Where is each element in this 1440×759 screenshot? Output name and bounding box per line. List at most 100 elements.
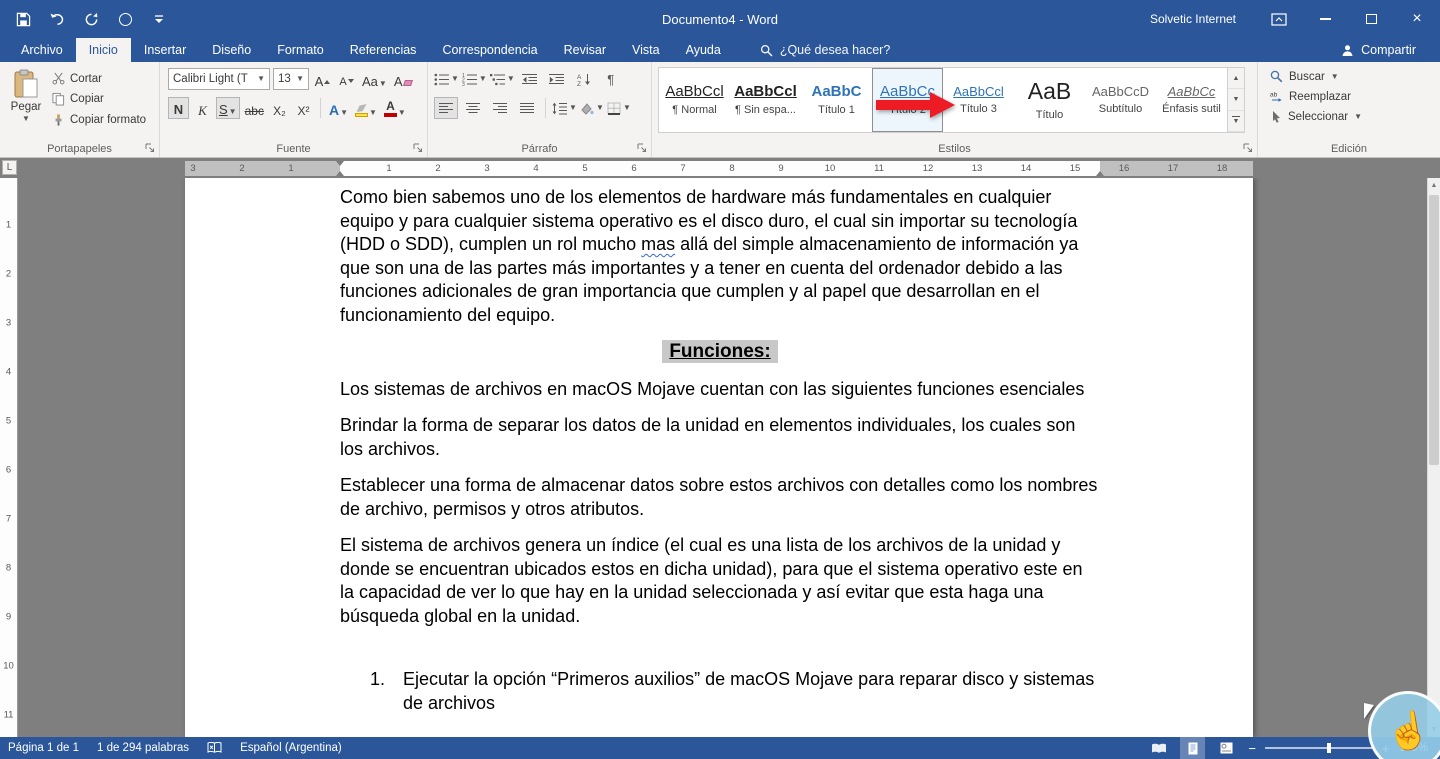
styles-more-button[interactable]: ▼ bbox=[1228, 110, 1244, 132]
select-button[interactable]: Seleccionar ▼ bbox=[1270, 110, 1436, 123]
italic-button[interactable]: K bbox=[192, 97, 213, 119]
shading-button[interactable]: ▼ bbox=[580, 97, 604, 119]
replace-button[interactable]: ab Reemplazar bbox=[1270, 90, 1436, 103]
bullets-button[interactable]: ▼ bbox=[434, 68, 459, 90]
cut-label: Cortar bbox=[70, 72, 102, 85]
maximize-button[interactable] bbox=[1348, 0, 1394, 38]
ruler-number: 6 bbox=[631, 163, 637, 174]
tab-formato[interactable]: Formato bbox=[264, 38, 337, 62]
highlight-button[interactable]: ▼ bbox=[353, 97, 379, 119]
chevron-down-icon: ▼ bbox=[340, 108, 348, 117]
tab-diseño[interactable]: Diseño bbox=[199, 38, 264, 62]
tab-vista[interactable]: Vista bbox=[619, 38, 673, 62]
ruler-number: 13 bbox=[971, 163, 983, 174]
zoom-slider-thumb[interactable] bbox=[1326, 743, 1331, 753]
ruler-number: 3 bbox=[190, 163, 196, 174]
grow-font-button[interactable]: A bbox=[312, 68, 333, 90]
styles-dialog-launcher[interactable] bbox=[1242, 142, 1254, 154]
style-item-título-1[interactable]: AaBbC Título 1 bbox=[801, 68, 872, 132]
styles-scroll-down-button[interactable]: ▼ bbox=[1228, 89, 1244, 111]
underline-button[interactable]: S ▼ bbox=[216, 97, 240, 119]
ribbon-display-options-button[interactable] bbox=[1256, 0, 1302, 38]
sort-button[interactable]: AZ bbox=[572, 68, 596, 90]
decrease-indent-button[interactable] bbox=[518, 68, 542, 90]
redo-icon[interactable] bbox=[82, 10, 100, 28]
superscript-button[interactable]: X² bbox=[293, 97, 314, 119]
style-preview: AaBbCcl bbox=[665, 82, 724, 100]
left-indent-marker[interactable] bbox=[336, 167, 344, 176]
zoom-out-button[interactable]: − bbox=[1248, 742, 1256, 755]
word-count[interactable]: 1 de 294 palabras bbox=[97, 742, 189, 754]
page-count[interactable]: Página 1 de 1 bbox=[8, 742, 79, 754]
ruler-number: 4 bbox=[5, 366, 12, 378]
font-color-button[interactable]: A ▼ bbox=[382, 97, 408, 119]
zoom-slider[interactable] bbox=[1264, 743, 1373, 753]
scroll-up-arrow[interactable]: ▲ bbox=[1428, 178, 1440, 193]
hand-icon: ☝ bbox=[1382, 707, 1433, 754]
highlighter-icon bbox=[355, 104, 368, 117]
account-name[interactable]: Solvetic Internet bbox=[1150, 12, 1236, 26]
style-item-énfasis-sutil[interactable]: AaBbCc Énfasis sutil bbox=[1156, 68, 1227, 132]
chevron-down-icon: ▼ bbox=[595, 103, 604, 112]
document-page[interactable]: Como bien sabemos uno de los elementos d… bbox=[185, 178, 1253, 737]
undo-icon[interactable] bbox=[48, 10, 66, 28]
cut-button[interactable]: Cortar bbox=[52, 72, 146, 85]
close-button[interactable]: × bbox=[1394, 0, 1440, 38]
tab-ayuda[interactable]: Ayuda bbox=[673, 38, 734, 62]
clear-formatting-button[interactable]: A bbox=[392, 68, 414, 90]
show-marks-button[interactable]: ¶ bbox=[599, 68, 623, 90]
font-color-bar-icon bbox=[383, 113, 397, 117]
touch-mode-icon[interactable] bbox=[116, 10, 134, 28]
style-item-título[interactable]: AaB Título bbox=[1014, 68, 1085, 132]
paragraph-dialog-launcher[interactable] bbox=[636, 142, 648, 154]
tab-inicio[interactable]: Inicio bbox=[75, 38, 131, 62]
minimize-button[interactable] bbox=[1302, 0, 1348, 38]
justify-button[interactable] bbox=[515, 97, 539, 119]
find-button[interactable]: Buscar ▼ bbox=[1270, 70, 1436, 83]
tab-insertar[interactable]: Insertar bbox=[131, 38, 199, 62]
tab-referencias[interactable]: Referencias bbox=[337, 38, 430, 62]
tab-archivo[interactable]: Archivo bbox=[8, 38, 76, 62]
increase-indent-button[interactable] bbox=[545, 68, 569, 90]
style-item-sin-espa[interactable]: AaBbCcl ¶ Sin espa... bbox=[730, 68, 801, 132]
multilevel-list-button[interactable]: ▼ bbox=[489, 68, 515, 90]
align-right-button[interactable] bbox=[488, 97, 512, 119]
borders-button[interactable]: ▼ bbox=[607, 97, 631, 119]
line-spacing-button[interactable]: ▼ bbox=[552, 97, 577, 119]
styles-scroll-up-button[interactable]: ▲ bbox=[1228, 68, 1244, 90]
align-left-button[interactable] bbox=[434, 97, 458, 119]
share-button[interactable]: Compartir bbox=[1341, 38, 1440, 62]
font-dialog-launcher[interactable] bbox=[412, 142, 424, 154]
font-size-combo[interactable]: 13 ▼ bbox=[273, 68, 309, 90]
font-name-combo[interactable]: Calibri Light (T ▼ bbox=[168, 68, 270, 90]
style-item-subtítulo[interactable]: AaBbCcD Subtítulo bbox=[1085, 68, 1156, 132]
numbering-button[interactable]: 1 2 3 ▼ bbox=[462, 68, 487, 90]
read-mode-button[interactable] bbox=[1146, 737, 1171, 759]
save-icon[interactable] bbox=[14, 10, 32, 28]
vertical-scrollbar[interactable]: ▲ ▼ bbox=[1427, 178, 1440, 737]
shrink-font-button[interactable]: A bbox=[336, 68, 357, 90]
tab-revisar[interactable]: Revisar bbox=[551, 38, 619, 62]
web-layout-button[interactable] bbox=[1214, 737, 1239, 759]
proofing-errors-icon[interactable] bbox=[207, 742, 222, 754]
copy-button[interactable]: Copiar bbox=[52, 92, 146, 106]
language-indicator[interactable]: Español (Argentina) bbox=[240, 742, 342, 754]
scrollbar-thumb[interactable] bbox=[1429, 195, 1439, 465]
tab-correspondencia[interactable]: Correspondencia bbox=[429, 38, 550, 62]
print-layout-button[interactable] bbox=[1180, 737, 1206, 759]
style-label: Título 3 bbox=[960, 103, 997, 116]
bold-button[interactable]: N bbox=[168, 97, 189, 119]
ruler-number: 1 bbox=[5, 219, 12, 231]
style-item-normal[interactable]: AaBbCcl ¶ Normal bbox=[659, 68, 730, 132]
align-center-button[interactable] bbox=[461, 97, 485, 119]
subscript-button[interactable]: X₂ bbox=[269, 97, 290, 119]
clipboard-dialog-launcher[interactable] bbox=[144, 142, 156, 154]
format-painter-button[interactable]: Copiar formato bbox=[52, 113, 146, 127]
strikethrough-button[interactable]: abc bbox=[243, 97, 266, 119]
tab-selector[interactable]: L bbox=[2, 160, 17, 175]
change-case-button[interactable]: Aa ▼ bbox=[360, 68, 389, 90]
text-effects-button[interactable]: A ▼ bbox=[327, 97, 350, 119]
customize-qat-icon[interactable] bbox=[150, 10, 168, 28]
tell-me-search[interactable]: ¿Qué desea hacer? bbox=[760, 38, 890, 62]
right-indent-marker[interactable] bbox=[1096, 167, 1104, 176]
